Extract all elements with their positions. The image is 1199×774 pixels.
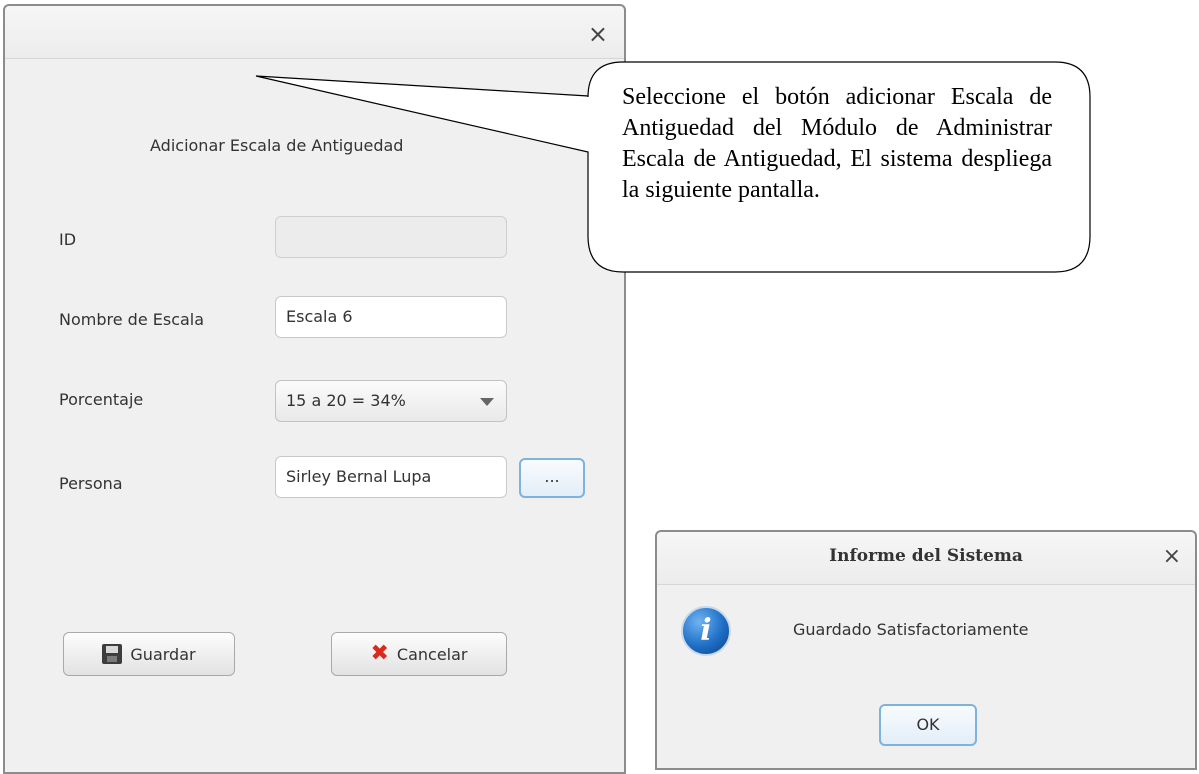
info-dialog: Informe del Sistema × i Guardado Satisfa…: [655, 530, 1197, 770]
info-titlebar[interactable]: Informe del Sistema ×: [657, 532, 1195, 585]
close-icon[interactable]: ×: [1163, 546, 1181, 568]
info-dialog-title: Informe del Sistema: [829, 546, 1023, 566]
info-message: Guardado Satisfactoriamente: [793, 620, 1029, 639]
callout-text: Seleccione el botón adicionar Escala de …: [622, 84, 1052, 203]
info-icon: i: [681, 606, 731, 656]
ok-button[interactable]: OK: [879, 704, 977, 746]
